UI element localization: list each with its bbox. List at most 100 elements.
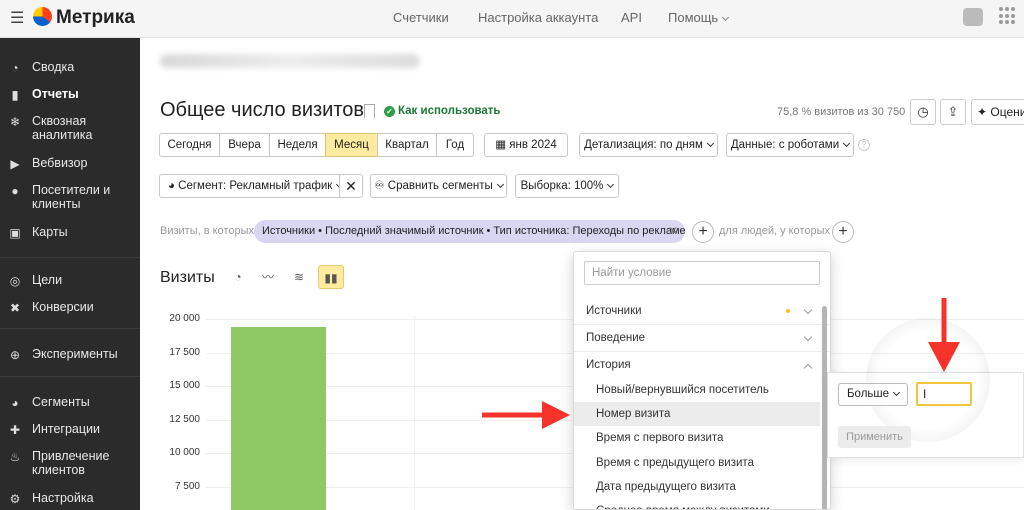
operator-select[interactable]: Больше [838, 383, 908, 406]
sidebar-item-label: Сквозная аналитика [32, 114, 93, 142]
bar-chart-icon: ▮ [11, 88, 19, 102]
arrow-down-icon [928, 298, 960, 372]
metrika-logo-icon [33, 7, 52, 26]
detail-select[interactable]: Детализация: по дням [579, 133, 718, 157]
compare-segments-button[interactable]: ♾ Сравнить сегменты [370, 174, 507, 198]
period-week[interactable]: Неделя [269, 133, 326, 157]
sidebar-item-label: Настройка [32, 491, 94, 505]
y-tick-label: 7 500 [174, 481, 200, 492]
group-behavior[interactable]: Поведение [586, 332, 816, 344]
chart-title: Визиты [160, 269, 215, 286]
condition-new-returning[interactable]: Новый/вернувшийся посетитель [574, 378, 820, 402]
help-icon[interactable]: ? [858, 139, 870, 151]
add-condition-button[interactable]: + [692, 221, 714, 243]
nav-api[interactable]: API [621, 10, 642, 25]
close-icon: ✕ [345, 178, 357, 194]
condition-previous-date[interactable]: Дата предыдущего визита [574, 475, 820, 499]
group-history[interactable]: История [586, 359, 816, 373]
sample-label: Выборка: 100% [520, 180, 604, 192]
y-tick-label: 15 000 [169, 380, 200, 392]
chat-icon[interactable] [963, 8, 983, 26]
chevron-down-icon [803, 305, 813, 315]
plus-icon: + [838, 223, 848, 240]
app-logo[interactable]: Метрика [56, 7, 135, 29]
bookmark-icon[interactable] [364, 104, 375, 118]
chart-type-pie[interactable]: ◔ [225, 265, 251, 289]
line-chart-icon: 〰 [261, 270, 274, 284]
apps-grid-icon[interactable] [999, 7, 1017, 25]
dashboard-icon: ◔ [11, 61, 19, 75]
nav-account-settings[interactable]: Настройка аккаунта [478, 10, 598, 25]
filter-prefix: Визиты, в которых [160, 225, 254, 237]
sample-select[interactable]: Выборка: 100% [515, 174, 619, 198]
date-label: янв 2024 [509, 139, 557, 151]
condition-avg-time-between[interactable]: Среднее время между визитами [574, 499, 820, 509]
sidebar-item-label: Сегменты [32, 395, 90, 409]
nav-help-label: Помощь [668, 10, 719, 25]
sidebar-item-label: Карты [32, 225, 68, 239]
map-icon: ▣ [9, 226, 21, 240]
chevron-down-icon [706, 139, 714, 148]
group-sources[interactable]: Источники [586, 305, 816, 317]
menu-icon[interactable]: ☰ [10, 11, 24, 27]
filter-suffix: для людей, у которых [719, 225, 830, 237]
active-dot-icon [786, 309, 790, 313]
date-picker-button[interactable]: ▦ янв 2024 [484, 133, 568, 157]
segment-select[interactable]: ◕ Сегмент: Рекламный трафик [159, 174, 344, 198]
condition-time-since-first[interactable]: Время с первого визита [574, 426, 820, 450]
chart-bar[interactable] [231, 327, 326, 510]
info-icon: ✓ [384, 106, 395, 117]
condition-dropdown: Найти условие Источники Поведение Истори… [573, 251, 831, 510]
top-bar: ☰ Метрика Счетчики Настройка аккаунта AP… [0, 0, 1024, 38]
y-tick-label: 12 500 [169, 413, 200, 425]
plus-icon: + [698, 223, 708, 240]
sidebar-divider [0, 376, 140, 377]
data-select[interactable]: Данные: с роботами [726, 133, 854, 157]
pie-chart-icon: ◔ [234, 270, 242, 284]
gear-icon: ⚙ [9, 492, 21, 506]
upload-icon: ⇪ [947, 104, 959, 119]
target-icon: ◎ [9, 274, 21, 288]
sidebar-item-label: Цели [32, 273, 63, 287]
close-icon[interactable]: ✕ [668, 220, 678, 243]
condition-time-since-previous[interactable]: Время с предыдущего визита [574, 451, 820, 475]
how-to-use-link[interactable]: ✓ Как использовать [384, 105, 501, 117]
chart-type-line[interactable]: 〰 [255, 265, 281, 289]
rate-button[interactable]: ✦ Оцени [971, 99, 1024, 125]
condition-search-input[interactable]: Найти условие [584, 261, 820, 285]
chevron-down-icon [496, 180, 504, 189]
nav-counters[interactable]: Счетчики [393, 10, 449, 25]
chart-type-area[interactable]: ≋ [286, 265, 312, 289]
sidebar-item-label: Отчеты [32, 87, 79, 101]
filter-chip[interactable]: Источники • Последний значимый источник … [254, 220, 686, 243]
sample-info: 75,8 % визитов из 30 750 [777, 106, 906, 118]
segment-clear-button[interactable]: ✕ [339, 174, 363, 198]
apply-button[interactable]: Применить [838, 426, 911, 448]
sparkle-icon: ✦ [977, 105, 991, 119]
chevron-up-icon [803, 363, 813, 373]
breadcrumb [160, 54, 420, 68]
group-label: Поведение [586, 332, 646, 344]
operator-label: Больше [847, 388, 890, 400]
bar-chart-icon: ▮▮ [324, 271, 338, 285]
clock-icon: ◷ [917, 104, 929, 119]
sidebar-item-label: Вебвизор [32, 156, 88, 170]
history-button[interactable]: ◷ [910, 99, 936, 125]
condition-visit-number[interactable]: Номер визита [574, 402, 820, 426]
export-button[interactable]: ⇪ [940, 99, 966, 125]
period-yesterday[interactable]: Вчера [219, 133, 270, 157]
period-year[interactable]: Год [436, 133, 474, 157]
sidebar-item-label: Конверсии [32, 300, 94, 314]
chevron-down-icon [892, 388, 901, 397]
add-people-condition-button[interactable]: + [832, 221, 854, 243]
value-input[interactable]: I [916, 382, 972, 406]
period-quarter[interactable]: Квартал [377, 133, 437, 157]
period-month[interactable]: Месяц [325, 133, 378, 157]
chart-type-bar[interactable]: ▮▮ [318, 265, 344, 289]
area-chart-icon: ≋ [293, 270, 305, 284]
period-today[interactable]: Сегодня [159, 133, 220, 157]
arrow-right-icon [482, 401, 570, 429]
nav-help[interactable]: Помощь [668, 10, 730, 25]
group-label: Источники [586, 305, 642, 317]
play-icon: ▶ [10, 157, 20, 171]
